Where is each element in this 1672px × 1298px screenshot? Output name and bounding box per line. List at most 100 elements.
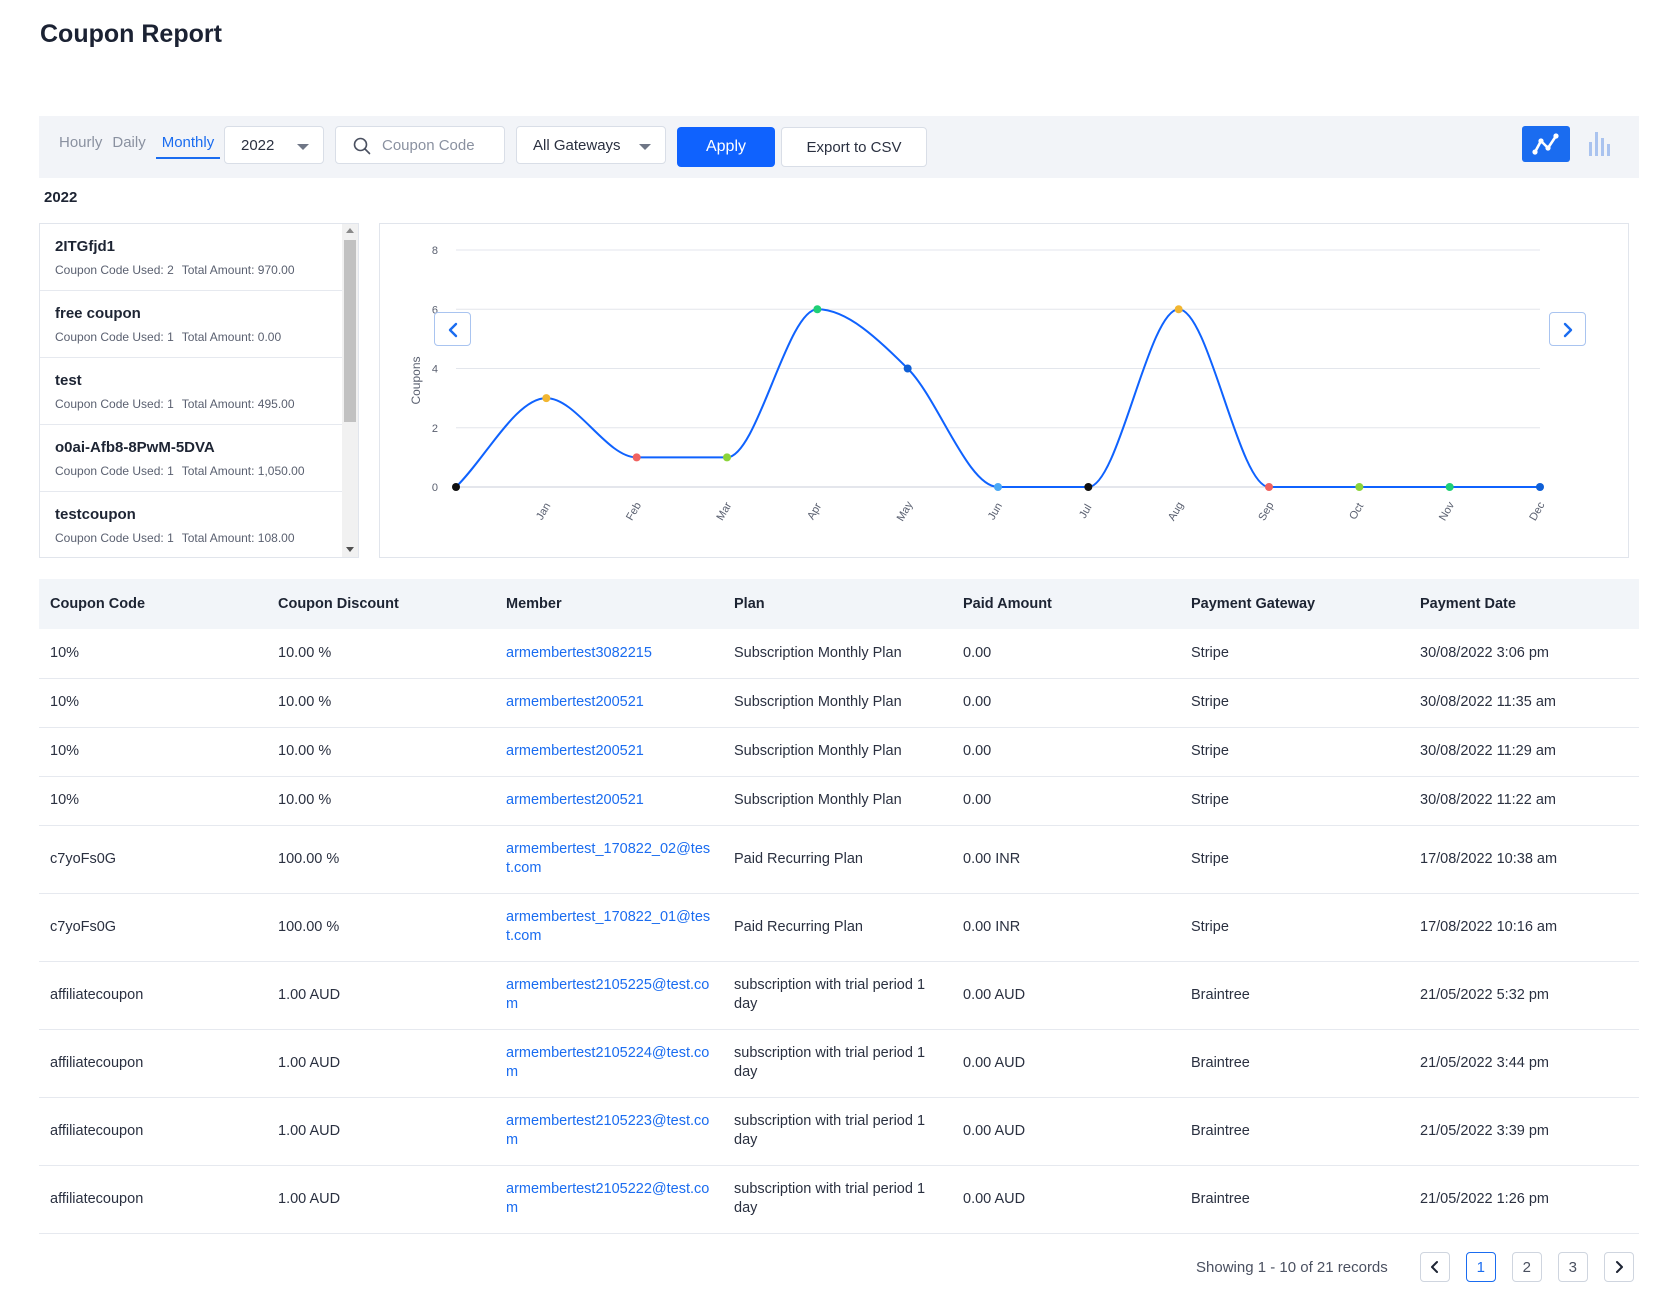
- chart-prev-button[interactable]: [434, 312, 471, 346]
- coupon-amount: Total Amount: 108.00: [181, 531, 295, 545]
- gateway-select[interactable]: All Gateways: [516, 126, 666, 164]
- cell-coupon-code: 10%: [39, 629, 267, 679]
- cell-member: armembertest200521: [495, 678, 723, 728]
- prev-page-button[interactable]: [1419, 1252, 1450, 1282]
- data-point: [1084, 483, 1093, 491]
- table-header-row: Coupon Code Coupon Discount Member Plan …: [39, 579, 1639, 629]
- page-button-2[interactable]: 2: [1511, 1252, 1542, 1282]
- list-scrollbar[interactable]: [342, 224, 358, 557]
- header-paid-amount: Paid Amount: [963, 596, 1052, 612]
- cell-paid-amount: 0.00 AUD: [952, 961, 1180, 1030]
- data-point: [452, 483, 460, 491]
- x-tick-label: Aug: [1166, 500, 1186, 523]
- header-payment-gateway: Payment Gateway: [1191, 596, 1316, 612]
- cell-plan: Paid Recurring Plan: [723, 825, 952, 894]
- tab-monthly[interactable]: Monthly: [155, 134, 221, 159]
- coupon-name: free coupon: [55, 305, 141, 322]
- list-item[interactable]: 2ITGfjd1 Coupon Code Used: 2 Total Amount…: [40, 224, 342, 291]
- y-axis-title: Coupons: [409, 356, 423, 404]
- cell-coupon-discount: 100.00 %: [267, 893, 495, 962]
- apply-button[interactable]: Apply: [677, 127, 775, 167]
- member-link[interactable]: armembertest200521: [506, 792, 644, 808]
- cell-member: armembertest2105225@test.com: [495, 961, 723, 1030]
- cell-coupon-code: 10%: [39, 776, 267, 826]
- cell-plan: Paid Recurring Plan: [723, 893, 952, 962]
- export-csv-button[interactable]: Export to CSV: [781, 127, 927, 167]
- member-link[interactable]: armembertest200521: [506, 743, 644, 759]
- cell-coupon-code: c7yoFs0G: [39, 825, 267, 894]
- list-item[interactable]: test Coupon Code Used: 1 Total Amount: 49…: [40, 358, 342, 425]
- x-tick-label: Feb: [624, 500, 644, 522]
- scroll-up-arrow-icon[interactable]: [346, 228, 354, 233]
- member-link[interactable]: armembertest200521: [506, 694, 644, 710]
- data-point: [632, 453, 641, 462]
- chevron-left-icon: [1430, 1261, 1438, 1273]
- header-coupon-code: Coupon Code: [50, 596, 146, 612]
- coupon-meta: Coupon Code Used: 1 Total Amount: 1,050.0…: [55, 462, 327, 480]
- y-tick-label: 0: [432, 482, 438, 494]
- year-select[interactable]: 2022: [224, 126, 324, 164]
- cell-plan: Subscription Monthly Plan: [723, 678, 952, 728]
- member-link[interactable]: armembertest2105222@test.com: [506, 1181, 709, 1216]
- list-item[interactable]: free coupon Coupon Code Used: 1 Total Amo…: [40, 291, 342, 358]
- member-link[interactable]: armembertest3082215: [506, 645, 652, 661]
- y-tick-label: 2: [432, 423, 438, 435]
- cell-coupon-discount: 100.00 %: [267, 825, 495, 894]
- search-icon: [353, 137, 371, 155]
- coupon-summary-list[interactable]: 2ITGfjd1 Coupon Code Used: 2 Total Amount…: [39, 223, 359, 558]
- pagination: Showing 1 - 10 of 21 records 1 2 3: [1196, 1252, 1634, 1282]
- chevron-down-icon: [297, 144, 309, 150]
- x-tick-label: Dec: [1527, 500, 1547, 523]
- member-link[interactable]: armembertest_170822_01@test.com: [506, 909, 710, 944]
- coupon-code-input[interactable]: [382, 135, 497, 155]
- cell-payment-date: 21/05/2022 3:39 pm: [1409, 1097, 1639, 1166]
- cell-coupon-code: affiliatecoupon: [39, 1165, 267, 1234]
- coupon-name: o0ai-Afb8-8PwM-5DVA: [55, 439, 215, 456]
- chart-canvas: 02468CouponsJan Feb Mar Apr May Jun Jul Aug Sep O…: [409, 245, 1548, 523]
- coupon-code-search[interactable]: [335, 126, 505, 164]
- table-row: affiliatecoupon 1.00 AUD armembertest210…: [39, 1097, 1639, 1166]
- scroll-thumb[interactable]: [344, 240, 356, 422]
- cell-coupon-discount: 1.00 AUD: [267, 961, 495, 1030]
- member-link[interactable]: armembertest2105223@test.com: [506, 1113, 709, 1148]
- chart-next-button[interactable]: [1549, 312, 1586, 346]
- x-tick-label: May: [895, 499, 916, 523]
- member-link[interactable]: armembertest2105225@test.com: [506, 977, 709, 1012]
- cell-payment-date: 17/08/2022 10:38 am: [1409, 825, 1639, 894]
- line-chart-view-button[interactable]: [1522, 126, 1570, 162]
- list-item[interactable]: testcoupon Coupon Code Used: 1 Total Amou…: [40, 492, 342, 557]
- cell-member: armembertest_170822_01@test.com: [495, 893, 723, 962]
- data-point: [1536, 483, 1544, 491]
- cell-coupon-code: affiliatecoupon: [39, 1097, 267, 1166]
- tab-hourly[interactable]: Hourly: [59, 134, 102, 159]
- year-select-value: 2022: [241, 137, 275, 154]
- cell-paid-amount: 0.00: [952, 678, 1180, 728]
- table-row: c7yoFs0G 100.00 % armembertest_170822_01…: [39, 893, 1639, 962]
- cell-payment-date: 30/08/2022 11:29 am: [1409, 727, 1639, 777]
- coupon-used: Coupon Code Used: 1: [55, 464, 174, 478]
- cell-coupon-discount: 10.00 %: [267, 727, 495, 777]
- scroll-down-arrow-icon[interactable]: [346, 547, 354, 552]
- records-count: Showing 1 - 10 of 21 records: [1196, 1258, 1388, 1276]
- member-link[interactable]: armembertest_170822_02@test.com: [506, 841, 710, 876]
- x-tick-label: Jul: [1077, 502, 1094, 520]
- cell-payment-gateway: Stripe: [1180, 893, 1409, 962]
- bar-chart-view-button[interactable]: [1585, 128, 1617, 160]
- coupon-name: 2ITGfjd1: [55, 238, 116, 255]
- member-link[interactable]: armembertest2105224@test.com: [506, 1045, 709, 1080]
- coupon-used: Coupon Code Used: 1: [55, 397, 174, 411]
- coupon-amount: Total Amount: 1,050.00: [181, 464, 305, 478]
- coupon-name: testcoupon: [55, 506, 136, 523]
- cell-member: armembertest_170822_02@test.com: [495, 825, 723, 894]
- tab-daily[interactable]: Daily: [112, 134, 145, 159]
- page-button-1[interactable]: 1: [1465, 1252, 1496, 1282]
- table-row: c7yoFs0G 100.00 % armembertest_170822_02…: [39, 825, 1639, 894]
- cell-paid-amount: 0.00 INR: [952, 893, 1180, 962]
- cell-payment-date: 17/08/2022 10:16 am: [1409, 893, 1639, 962]
- cell-coupon-code: 10%: [39, 678, 267, 728]
- list-item[interactable]: o0ai-Afb8-8PwM-5DVA Coupon Code Used: 1 T…: [40, 425, 342, 492]
- page-button-3[interactable]: 3: [1557, 1252, 1588, 1282]
- chevron-left-icon: [448, 322, 458, 338]
- cell-member: armembertest3082215: [495, 629, 723, 679]
- next-page-button[interactable]: [1603, 1252, 1634, 1282]
